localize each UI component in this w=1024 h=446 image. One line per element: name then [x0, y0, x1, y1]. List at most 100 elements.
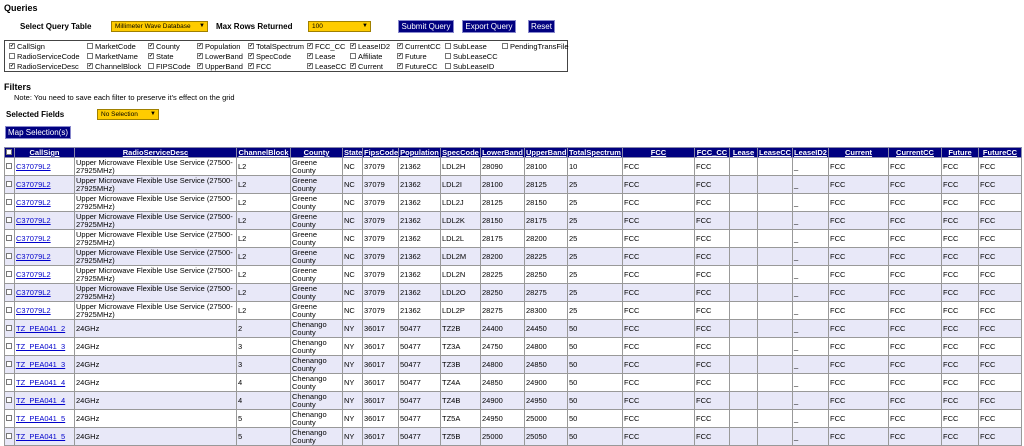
field-option-sub-lease[interactable]: SubLease — [445, 42, 487, 52]
row-select-cell[interactable] — [4, 247, 15, 266]
row-checkbox[interactable] — [6, 198, 12, 205]
callsign-link[interactable]: TZ_PEA041_2 — [16, 324, 65, 333]
row-checkbox[interactable] — [6, 342, 12, 349]
column-header-state[interactable]: State — [342, 147, 363, 158]
field-checkbox[interactable] — [307, 63, 313, 70]
field-option-fipscode[interactable]: FIPSCode — [148, 62, 191, 72]
field-option-radio-service-desc[interactable]: RadioServiceDesc — [9, 62, 79, 72]
field-option-pending-trans-file[interactable]: PendingTransFile — [502, 42, 569, 52]
column-header-channel-block[interactable]: ChannelBlock — [236, 147, 291, 158]
callsign-link[interactable]: C37079L2 — [16, 234, 51, 243]
field-checkbox[interactable] — [148, 53, 154, 60]
row-checkbox[interactable] — [6, 396, 12, 403]
column-header-lease[interactable]: Lease — [729, 147, 758, 158]
callsign-link[interactable]: TZ_PEA041_4 — [16, 396, 65, 405]
row-select-cell[interactable] — [4, 175, 15, 194]
column-header-spec-code[interactable]: SpecCode — [440, 147, 481, 158]
column-header-population[interactable]: Population — [398, 147, 441, 158]
field-checkbox[interactable] — [248, 43, 254, 50]
callsign-link[interactable]: TZ_PEA041_5 — [16, 414, 65, 423]
row-select-cell[interactable] — [4, 355, 15, 374]
field-option-lease[interactable]: Lease — [307, 52, 335, 62]
map-selections-button[interactable]: Map Selection(s) — [5, 126, 71, 139]
field-option-current-cc[interactable]: CurrentCC — [397, 42, 441, 52]
field-option-current[interactable]: Current — [350, 62, 383, 72]
field-checkbox[interactable] — [350, 43, 356, 50]
row-select-cell[interactable] — [4, 391, 15, 410]
row-checkbox[interactable] — [6, 306, 12, 313]
column-header-fcc-cc[interactable]: FCC_CC — [694, 147, 730, 158]
field-checkbox[interactable] — [445, 43, 451, 50]
row-select-cell[interactable] — [4, 337, 15, 356]
field-option-call-sign[interactable]: CallSign — [9, 42, 45, 52]
callsign-link[interactable]: C37079L2 — [16, 198, 51, 207]
max-rows-select[interactable]: 100 ▼ — [308, 21, 371, 32]
callsign-link[interactable]: TZ_PEA041_5 — [16, 432, 65, 441]
row-checkbox[interactable] — [6, 180, 12, 187]
row-checkbox[interactable] — [6, 234, 12, 241]
row-checkbox[interactable] — [6, 414, 12, 421]
column-header-fcc[interactable]: FCC — [622, 147, 695, 158]
field-option-affiliate[interactable]: Affiliate — [350, 52, 382, 62]
field-option-lease-cc[interactable]: LeaseCC — [307, 62, 346, 72]
column-header-radio-service-desc[interactable]: RadioServiceDesc — [74, 147, 237, 158]
field-checkbox[interactable] — [197, 43, 203, 50]
row-select-cell[interactable] — [4, 265, 15, 284]
field-option-lower-band[interactable]: LowerBand — [197, 52, 243, 62]
field-checkbox[interactable] — [350, 63, 356, 70]
column-header-lease-id2[interactable]: LeaseID2 — [792, 147, 829, 158]
field-option-spec-code[interactable]: SpecCode — [248, 52, 291, 62]
select-all-checkbox[interactable] — [4, 147, 15, 158]
row-select-cell[interactable] — [4, 301, 15, 320]
callsign-link[interactable]: C37079L2 — [16, 306, 51, 315]
row-checkbox[interactable] — [6, 360, 12, 367]
row-checkbox[interactable] — [6, 162, 12, 169]
column-header-lower-band[interactable]: LowerBand — [480, 147, 525, 158]
field-option-channel-block[interactable]: ChannelBlock — [87, 62, 141, 72]
field-checkbox[interactable] — [87, 53, 93, 60]
field-checkbox[interactable] — [502, 43, 508, 50]
field-option-sub-lease-id[interactable]: SubLeaseID — [445, 62, 494, 72]
field-checkbox[interactable] — [445, 63, 451, 70]
field-checkbox[interactable] — [248, 63, 254, 70]
row-checkbox[interactable] — [6, 324, 12, 331]
row-checkbox[interactable] — [6, 378, 12, 385]
callsign-link[interactable]: C37079L2 — [16, 270, 51, 279]
column-header-total-spectrum[interactable]: TotalSpectrum — [567, 147, 623, 158]
column-header-future[interactable]: Future — [941, 147, 979, 158]
field-checkbox[interactable] — [307, 53, 313, 60]
column-header-call-sign[interactable]: CallSign — [14, 147, 75, 158]
column-header-future-cc[interactable]: FutureCC — [978, 147, 1022, 158]
query-table-select[interactable]: Millimeter Wave Database ▼ — [111, 21, 208, 32]
export-query-button[interactable]: Export Query — [462, 20, 516, 33]
row-select-cell[interactable] — [4, 193, 15, 212]
field-option-fcc-cc[interactable]: FCC_CC — [307, 42, 345, 52]
row-checkbox[interactable] — [6, 288, 12, 295]
row-select-cell[interactable] — [4, 157, 15, 176]
field-option-total-spectrum[interactable]: TotalSpectrum — [248, 42, 304, 52]
field-option-fcc[interactable]: FCC — [248, 62, 271, 72]
reset-button[interactable]: Reset — [528, 20, 555, 33]
callsign-link[interactable]: TZ_PEA041_3 — [16, 342, 65, 351]
field-checkbox[interactable] — [87, 63, 93, 70]
field-option-state[interactable]: State — [148, 52, 174, 62]
callsign-link[interactable]: C37079L2 — [16, 162, 51, 171]
row-checkbox[interactable] — [6, 270, 12, 277]
selected-fields-select[interactable]: No Selection ▼ — [97, 109, 159, 120]
field-checkbox[interactable] — [148, 63, 154, 70]
row-select-cell[interactable] — [4, 211, 15, 230]
field-option-future[interactable]: Future — [397, 52, 427, 62]
column-header-current-cc[interactable]: CurrentCC — [888, 147, 942, 158]
field-checkbox[interactable] — [307, 43, 313, 50]
field-checkbox[interactable] — [445, 53, 451, 60]
field-checkbox[interactable] — [397, 43, 403, 50]
callsign-link[interactable]: TZ_PEA041_3 — [16, 360, 65, 369]
row-select-cell[interactable] — [4, 373, 15, 392]
field-checkbox[interactable] — [197, 53, 203, 60]
row-checkbox[interactable] — [6, 432, 12, 439]
row-select-cell[interactable] — [4, 229, 15, 248]
field-checkbox[interactable] — [248, 53, 254, 60]
column-header-upper-band[interactable]: UpperBand — [524, 147, 568, 158]
column-header-lease-cc[interactable]: LeaseCC — [757, 147, 793, 158]
callsign-link[interactable]: C37079L2 — [16, 288, 51, 297]
